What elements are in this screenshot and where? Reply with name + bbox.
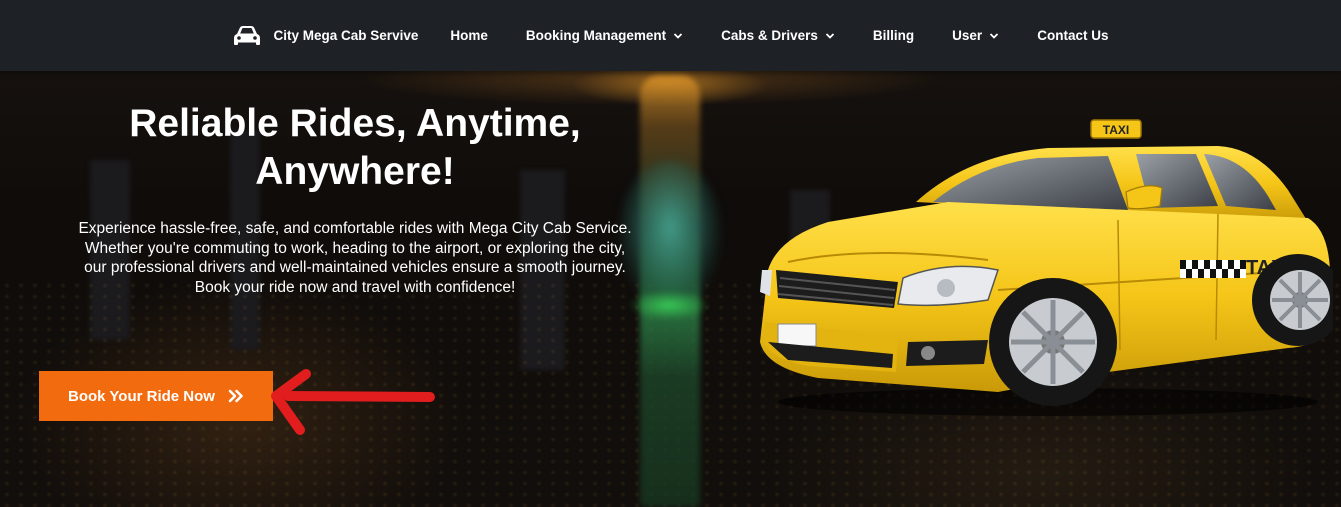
- hero-description-line: Book your ride now and travel with confi…: [194, 278, 516, 296]
- hero-title: Reliable Rides, Anytime, Anywhere!: [100, 100, 610, 196]
- nav-inner: City Mega Cab Servive Home Booking Manag…: [233, 25, 1108, 47]
- nav-cabs-drivers-label: Cabs & Drivers: [721, 28, 818, 43]
- nav-billing-label: Billing: [872, 28, 915, 43]
- hero-description-line: our professional drivers and well-mainta…: [84, 259, 626, 276]
- navbar: City Mega Cab Servive Home Booking Manag…: [0, 0, 1341, 71]
- book-ride-button-label: Book Your Ride Now: [68, 387, 215, 405]
- nav-home-label: Home: [450, 28, 488, 43]
- nav-contact-us-label: Contact Us: [1037, 28, 1109, 43]
- double-chevron-right-icon: [228, 389, 243, 403]
- hero-page: City Mega Cab Servive Home Booking Manag…: [0, 0, 1341, 507]
- hero-description-line: Experience hassle-free, safe, and comfor…: [78, 220, 632, 237]
- chevron-down-icon: [825, 32, 835, 39]
- nav-contact-us[interactable]: Contact Us: [1037, 28, 1108, 43]
- nav-home[interactable]: Home: [450, 28, 488, 43]
- taxi-roof-sign-text: TAXI: [1103, 123, 1129, 137]
- brand-link[interactable]: City Mega Cab Servive: [233, 25, 419, 47]
- brand-name: City Mega Cab Servive: [273, 28, 419, 43]
- book-ride-button[interactable]: Book Your Ride Now: [39, 371, 273, 421]
- car-icon: [233, 25, 260, 45]
- red-arrow-icon: [271, 369, 435, 435]
- nav-cabs-drivers[interactable]: Cabs & Drivers: [721, 28, 835, 43]
- hero-description: Experience hassle-free, safe, and comfor…: [30, 219, 680, 297]
- taxi-illustration: TAXI TAXI: [760, 119, 1333, 416]
- nav-booking-management[interactable]: Booking Management: [526, 28, 683, 43]
- nav-user-label: User: [952, 28, 983, 43]
- hero-description-line: Whether you're commuting to work, headin…: [84, 239, 626, 257]
- chevron-down-icon: [990, 32, 999, 39]
- nav-user[interactable]: User: [952, 28, 999, 43]
- nav-billing[interactable]: Billing: [873, 28, 914, 43]
- chevron-down-icon: [673, 32, 683, 39]
- hero-title-line2: Anywhere!: [255, 150, 455, 193]
- hero-title-line1: Reliable Rides, Anytime,: [129, 102, 581, 145]
- taxi-checker-stripe: [1180, 260, 1246, 278]
- nav-booking-management-label: Booking Management: [525, 28, 667, 43]
- taxi-front-wheel: [989, 278, 1117, 406]
